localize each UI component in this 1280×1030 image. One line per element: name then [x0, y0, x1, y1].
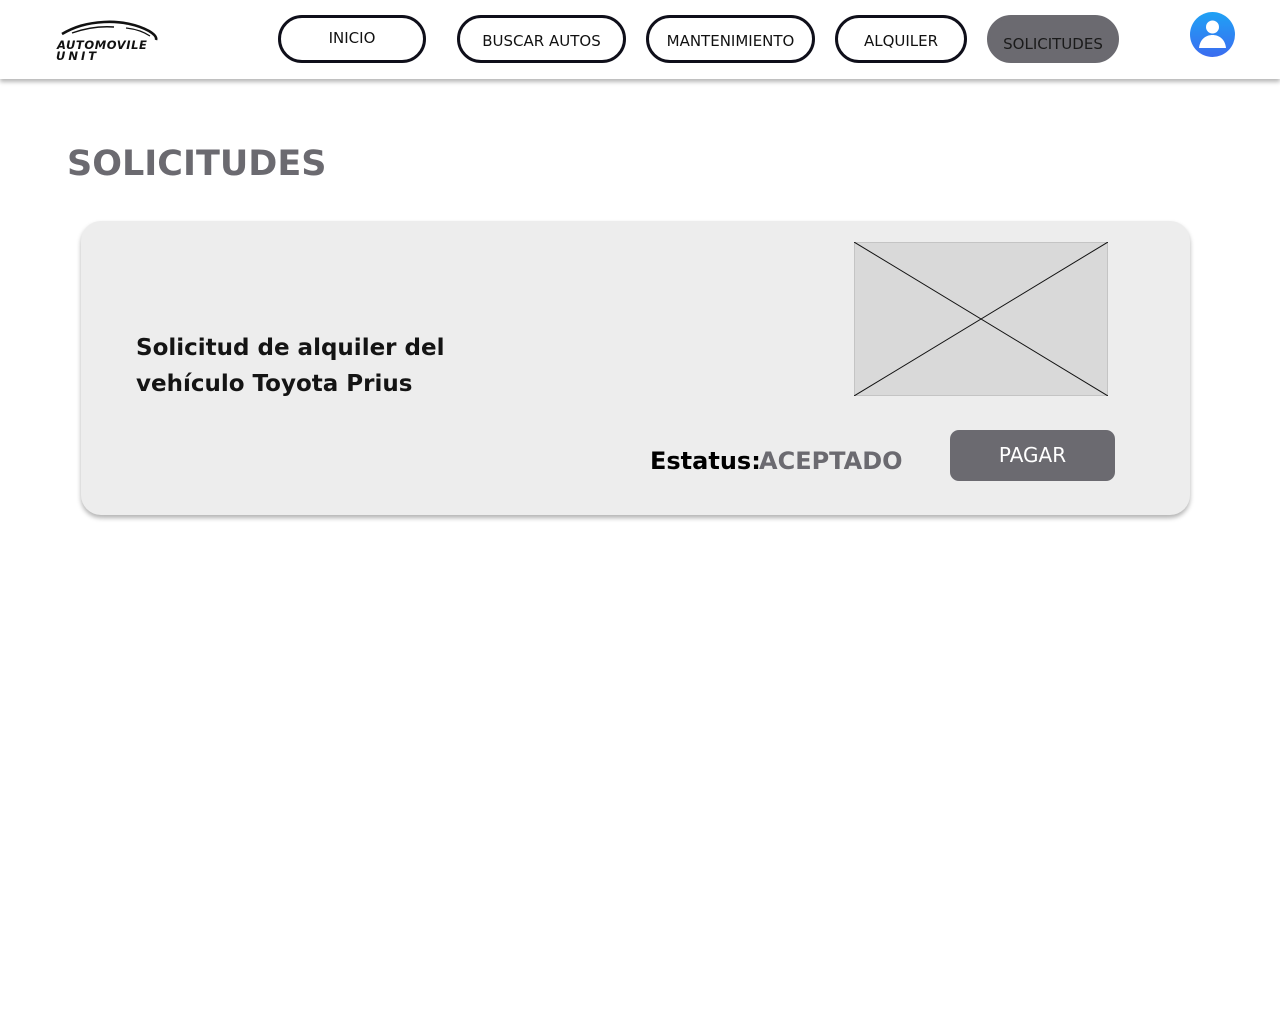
brand-logo[interactable]: AUTOMOVILE UNIT: [56, 19, 160, 65]
page-title: SOLICITUDES: [67, 144, 327, 184]
top-navbar: AUTOMOVILE UNIT INICIO BUSCAR AUTOS MANT…: [0, 0, 1280, 79]
nav-inicio-label: INICIO: [328, 29, 376, 47]
status-label: Estatus:: [650, 447, 761, 475]
nav-inicio-button[interactable]: INICIO: [278, 15, 426, 63]
user-icon: [1199, 20, 1226, 48]
logo-text-line2: UNIT: [56, 49, 100, 63]
nav-buscar-autos-button[interactable]: BUSCAR AUTOS: [457, 15, 626, 63]
nav-mantenimiento-label: MANTENIMIENTO: [666, 32, 795, 50]
image-placeholder-icon: [853, 241, 1109, 397]
pay-button[interactable]: PAGAR: [950, 430, 1115, 481]
vehicle-image-placeholder: [853, 241, 1109, 397]
nav-solicitudes-label: SOLICITUDES: [1003, 35, 1103, 53]
request-card: Solicitud de alquiler del vehículo Toyot…: [81, 221, 1190, 515]
user-avatar[interactable]: [1190, 12, 1235, 57]
status-value: ACEPTADO: [759, 447, 903, 475]
nav-mantenimiento-button[interactable]: MANTENIMIENTO: [646, 15, 815, 63]
request-description: Solicitud de alquiler del vehículo Toyot…: [136, 335, 445, 397]
nav-buscar-autos-label: BUSCAR AUTOS: [482, 32, 601, 50]
nav-alquiler-button[interactable]: ALQUILER: [835, 15, 967, 63]
nav-alquiler-label: ALQUILER: [863, 32, 939, 50]
nav-solicitudes-button[interactable]: SOLICITUDES: [987, 15, 1119, 63]
